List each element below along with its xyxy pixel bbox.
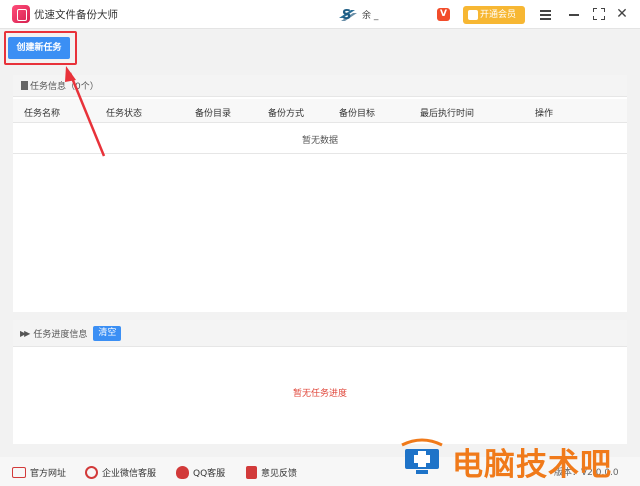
feedback-icon: [246, 465, 257, 479]
website-link[interactable]: 官方网址: [12, 464, 66, 480]
feedback-label: 意见反馈: [261, 468, 298, 479]
wechat-service-label: 企业微信客服: [102, 468, 157, 479]
website-icon: [12, 466, 26, 478]
website-label: 官方网址: [30, 468, 67, 479]
qq-service-label: QQ客服: [193, 468, 226, 479]
qq-icon: [176, 465, 189, 479]
wechat-service-link[interactable]: 企业微信客服: [85, 464, 156, 480]
watermark-text: 电脑技术吧: [452, 447, 612, 483]
watermark-logo: 电脑技术吧: [398, 433, 638, 483]
computer-icon: [401, 438, 443, 474]
wechat-icon: [85, 465, 98, 479]
qq-service-link[interactable]: QQ客服: [176, 464, 225, 480]
feedback-link[interactable]: 意见反馈: [246, 464, 297, 480]
annotation-arrow: [65, 66, 106, 157]
